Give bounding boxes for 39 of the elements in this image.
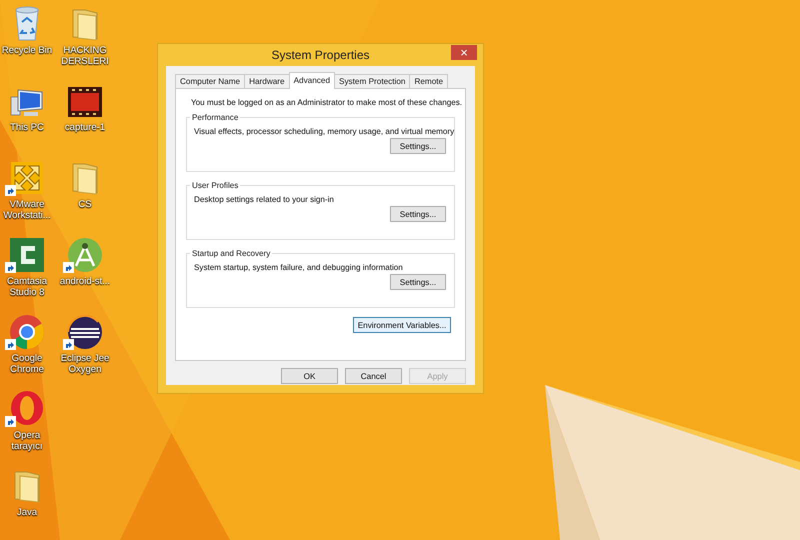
environment-variables-button[interactable]: Environment Variables... bbox=[353, 317, 451, 333]
icon-label[interactable]: Recycle Bin bbox=[2, 45, 52, 56]
camtasia-icon bbox=[9, 237, 45, 273]
tab[interactable]: System Protection bbox=[334, 74, 410, 88]
dialog-button[interactable]: OK bbox=[281, 368, 338, 384]
icon-label[interactable]: Java bbox=[16, 507, 38, 518]
icon-label[interactable]: Eclipse Jee Oxygen bbox=[58, 353, 112, 375]
icon-label[interactable]: Camtasia Studio 8 bbox=[0, 276, 54, 298]
android-studio-icon bbox=[67, 237, 103, 273]
group-title: User Profiles bbox=[191, 181, 240, 190]
group-title: Startup and Recovery bbox=[191, 249, 272, 258]
dialog-button[interactable]: Cancel bbox=[345, 368, 402, 384]
group-description: Desktop settings related to your sign-in bbox=[193, 194, 335, 206]
group-description: Visual effects, processor scheduling, memory usage, and virtual memory bbox=[193, 126, 456, 138]
group-title: Performance bbox=[191, 113, 240, 122]
tab[interactable]: Advanced bbox=[288, 72, 335, 89]
settings-button[interactable]: Settings... bbox=[390, 274, 446, 290]
window-title: System Properties bbox=[271, 48, 370, 62]
icon-label[interactable]: Opera tarayıcı bbox=[0, 430, 54, 452]
icon-label[interactable]: CS bbox=[78, 199, 92, 210]
admin-notice: You must be logged on as an Administrator to make most of these changes. bbox=[190, 97, 464, 109]
settings-button[interactable]: Settings... bbox=[390, 206, 446, 222]
icon-label[interactable]: Google Chrome bbox=[0, 353, 54, 375]
opera-icon bbox=[9, 389, 45, 427]
settings-button[interactable]: Settings... bbox=[390, 138, 446, 154]
computer-icon bbox=[10, 87, 44, 119]
group-description: System startup, system failure, and debugging information bbox=[193, 262, 404, 274]
eclipse-icon bbox=[67, 314, 103, 350]
icon-label[interactable]: VMware Workstati... bbox=[0, 199, 54, 221]
vmware-icon bbox=[9, 160, 45, 196]
chrome-icon bbox=[9, 314, 45, 350]
icon-label[interactable]: This PC bbox=[10, 122, 44, 133]
tab[interactable]: Remote bbox=[409, 74, 448, 88]
icon-label[interactable]: android-st... bbox=[60, 276, 110, 287]
film-icon bbox=[67, 85, 103, 119]
icon-label[interactable]: HACKING DERSLERI bbox=[58, 45, 112, 67]
tab[interactable]: Computer Name bbox=[175, 74, 246, 88]
icon-label[interactable]: capture-1 bbox=[64, 122, 106, 133]
close-button[interactable]: × bbox=[451, 45, 477, 60]
